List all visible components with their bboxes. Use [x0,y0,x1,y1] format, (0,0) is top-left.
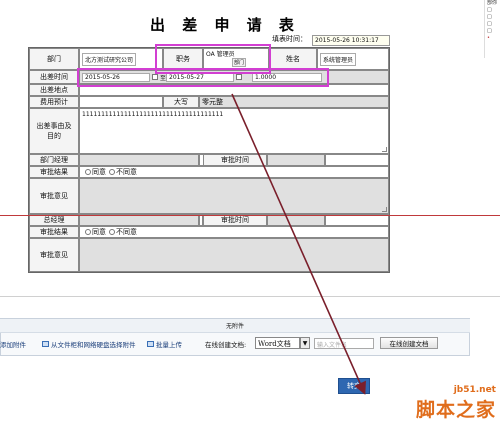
fill-time-label: 填表时间： [272,35,307,43]
red-divider-line [0,215,500,216]
gm-opinion-label: 审批意见 [29,238,79,272]
approve-time-spacer [325,154,389,166]
dept-manager-value [79,154,199,166]
watermark-url: jb51.net [453,385,496,395]
resize-handle-icon [382,207,387,212]
trip-application-form: 部门 北方测试研究公司 职务 OA 管理员 部门 姓名 系统管理员 出差时间 2… [28,44,390,273]
gm-opinion-textarea [79,238,389,272]
gm-result-options: 同意 不同意 [79,226,389,238]
gm-agree-label: 同意 [92,228,106,236]
side-line: • [487,35,490,41]
batch-upload-link[interactable]: 批量上传 [147,339,182,349]
side-line: □ [487,7,492,13]
reason-text: 1111111111111111111111111111111111111 [82,111,224,118]
place-label: 出差地点 [29,84,79,96]
fill-time-field[interactable]: 2015-05-26 10:31:17 [312,35,390,46]
side-line: □ [487,14,492,20]
approve-result-options: 同意 不同意 [79,166,389,178]
submit-button[interactable]: 转交 [338,378,370,394]
capital-label: 大写 [163,96,199,108]
capital-value: 零元整 [199,96,389,108]
side-line: □ [487,28,492,34]
doc-name-input[interactable]: 输入文件名 [314,338,374,349]
reason-textarea[interactable]: 1111111111111111111111111111111111111 [79,108,389,154]
agree-radio[interactable] [85,169,91,175]
form-title: 出 差 申 请 表 [150,16,300,34]
from-cabinet-link[interactable]: 从文件柜和网络硬盘选择附件 [42,339,136,349]
side-line: □ [487,21,492,27]
side-line: 部你 [487,0,498,6]
gm-disagree-label: 不同意 [116,228,137,236]
chevron-down-icon[interactable]: ▼ [300,337,310,349]
dept-field[interactable]: 北方测试研究公司 [79,48,163,70]
doc-type-select[interactable]: Word文档 [255,337,300,349]
batch-upload-label: 批量上传 [156,341,182,349]
gm-result-label: 审批结果 [29,226,79,238]
gm-disagree-radio[interactable] [109,229,115,235]
add-attachment-link[interactable]: 添加附件 [0,339,26,349]
online-create-label: 在线创建文档: [205,341,247,349]
dept-value: 北方测试研究公司 [82,52,137,66]
dept-label: 部门 [29,48,79,70]
name-value: 系统管理员 [320,52,357,66]
disagree-radio[interactable] [109,169,115,175]
approve-time-label: 审批时间 [203,154,267,166]
dept-manager-label: 部门经理 [29,154,79,166]
name-label: 姓名 [269,48,317,70]
approve-opinion-label: 审批意见 [29,178,79,214]
trip-time-highlight-box [77,68,329,87]
budget-label: 费用预计 [29,96,79,108]
reason-label: 出差事由及目的 [29,108,79,154]
side-panel: 部你 □ □ □ □ • [484,0,500,58]
attachments-empty: 无附件 [0,319,470,333]
folder-icon [42,341,49,347]
upload-icon [147,341,154,347]
budget-input[interactable] [79,96,163,108]
online-create-button[interactable]: 在线创建文档 [380,337,438,349]
add-attachment-label: 添加附件 [0,341,26,349]
agree-label: 同意 [92,168,106,176]
approve-result-label: 审批结果 [29,166,79,178]
disagree-label: 不同意 [116,168,137,176]
resize-handle-icon[interactable] [382,147,387,152]
watermark-text: 脚本之家 [415,399,496,421]
watermark: jb51.net 脚本之家 [416,385,496,422]
name-field[interactable]: 系统管理员 [317,48,389,70]
trip-time-label: 出差时间 [29,70,79,84]
gm-agree-radio[interactable] [85,229,91,235]
approve-opinion-textarea [79,178,389,214]
from-cabinet-label: 从文件柜和网络硬盘选择附件 [51,341,136,349]
approve-time-value [267,154,325,166]
